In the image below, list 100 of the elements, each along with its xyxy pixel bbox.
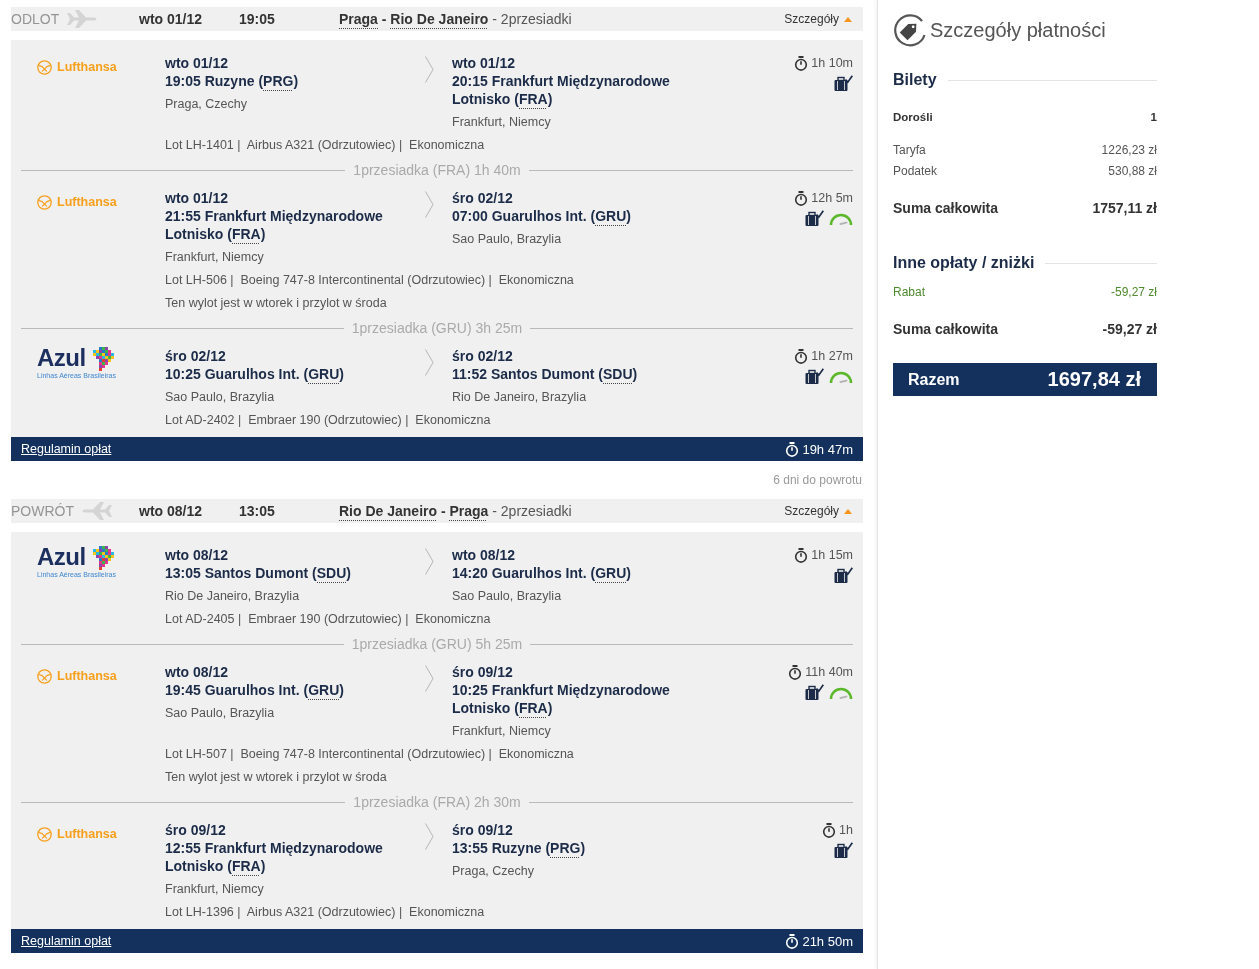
days-to-return: 6 dni do powrotu [772,472,863,489]
stopwatch-icon [794,55,809,71]
mosaic-map-icon [92,347,114,371]
flight-info: Lot LH-1396 | Airbus A321 (Odrzutowiec) | Ekonomiczna [165,904,486,921]
airline-name: Lufthansa [57,195,117,210]
price-value: 1226,23 zł [1101,143,1157,157]
departure-city: Sao Paulo, Brazylia [165,705,276,722]
layover-text: 1przesiadka (FRA) 1h 40m [353,162,521,178]
arrival-airport: 14:20 Guarulhos Int. (GRU) [452,564,632,582]
arrival-airport: 13:55 Ruzyne (PRG) [452,839,587,857]
departure-airport: 13:05 Santos Dumont (SDU) [165,564,352,582]
direction-label: POWRÓT [11,503,74,519]
arrival-airport: 20:15 Frankfurt Międzynarodowe Lotnisko (FRA) [452,72,671,108]
bird-logo-icon [37,195,52,210]
route-text: Praga - Rio De Janeiro - 2przesiadki [339,11,573,27]
fare-rules-link[interactable]: Regulamin opłat [21,442,112,456]
price-label: Dorośli [893,111,933,123]
details-toggle[interactable]: Szczegóły [784,504,852,518]
stopwatch-icon [794,190,809,206]
airline-name: Azul [37,546,86,568]
suitcase-check-icon [805,210,824,226]
departure-date: śro 09/12 [165,821,227,839]
arrival-city: Frankfurt, Niemcy [452,114,552,131]
arrival-airport: 07:00 Guarulhos Int. (GRU) [452,207,632,225]
price-value: -59,27 zł [1110,285,1157,299]
stopwatch-icon [794,348,809,364]
route-text: Rio De Janeiro - Praga - 2przesiadki [339,503,573,519]
bird-logo-icon [37,60,52,75]
stopwatch-icon [794,547,809,563]
stopwatch-icon [785,441,800,457]
suitcase-check-icon [834,75,853,91]
airline-name: Lufthansa [57,669,117,684]
flight-duration: 12h 5m [811,191,853,205]
flight-info: Lot LH-507 | Boeing 747-8 Intercontinental (Odrzutowiec) | Ekonomiczna [165,746,575,763]
chevron-right-icon [425,191,434,218]
price-value: 1 [1150,111,1157,123]
arrival-airport: 11:52 Santos Dumont (SDU) [452,365,639,383]
layover-text: 1przesiadka (GRU) 5h 25m [351,636,523,652]
departure-airport: 10:25 Guarulhos Int. (GRU) [165,365,345,383]
bird-logo-icon [37,827,52,842]
flight-duration: 11h 40m [805,665,853,679]
departure-city: Sao Paulo, Brazylia [165,389,276,406]
flight-duration: 1h 15m [811,548,853,562]
total-duration: 19h 47m [802,441,853,457]
arrival-city: Rio De Janeiro, Brazylia [452,389,588,406]
chevron-right-icon [425,56,434,83]
price-tag-icon [893,13,927,47]
stopwatch-icon [822,822,837,838]
departure-airport: 12:55 Frankfurt Międzynarodowe Lotnisko (FRA) [165,839,384,875]
suitcase-check-icon [834,567,853,583]
total-duration: 21h 50m [802,933,853,949]
departure-city: Frankfurt, Niemcy [165,249,265,266]
chevron-right-icon [425,665,434,692]
section-heading: Bilety [893,71,937,89]
arrival-city: Frankfurt, Niemcy [452,723,552,740]
details-toggle[interactable]: Szczegóły [784,12,852,26]
flight-info: Lot LH-1401 | Airbus A321 (Odrzutowiec) | Ekonomiczna [165,137,486,154]
departure-date: wto 01/12 [165,54,230,72]
direction-label: ODLOT [11,11,60,27]
bird-logo-icon [37,669,52,684]
chevron-right-icon [425,548,434,575]
layover-text: 1przesiadka (GRU) 3h 25m [351,320,523,336]
flight-info: Lot LH-506 | Boeing 747-8 Intercontinental (Odrzutowiec) | Ekonomiczna [165,272,575,289]
suitcase-check-icon [834,842,853,858]
chevron-right-icon [425,349,434,376]
price-value: 530,88 zł [1108,164,1157,178]
summary-date: wto 01/12 [139,11,204,27]
flight-note: Ten wylot jest w wtorek i przylot w środa [165,769,388,786]
section-heading: Inne opłaty / zniżki [893,254,1035,272]
fare-rules-link[interactable]: Regulamin opłat [21,934,112,948]
price-label: Suma całkowita [893,321,999,337]
grand-total-value: 1697,84 zł [1047,368,1141,391]
departure-city: Praga, Czechy [165,96,248,113]
summary-time: 19:05 [239,11,276,27]
flight-duration: 1h 10m [811,56,853,70]
departure-date: śro 02/12 [165,347,227,365]
price-label: Rabat [893,285,926,299]
departure-date: wto 08/12 [165,546,230,564]
flight-info: Lot AD-2405 | Embraer 190 (Odrzutowiec) | Ekonomiczna [165,611,492,628]
price-value: 1757,11 zł [1092,200,1157,216]
summary-time: 13:05 [239,503,276,519]
departure-city: Rio De Janeiro, Brazylia [165,588,301,605]
arrival-city: Sao Paulo, Brazylia [452,231,563,248]
airline-name: Lufthansa [57,60,117,75]
stopwatch-icon [785,933,800,949]
chevron-right-icon [425,823,434,850]
arrival-city: Sao Paulo, Brazylia [452,588,563,605]
arrival-date: śro 09/12 [452,821,514,839]
airline-name: Azul [37,347,86,369]
arrival-airport: 10:25 Frankfurt Międzynarodowe Lotnisko (FRA) [452,681,671,717]
arrival-date: wto 08/12 [452,546,517,564]
stopwatch-icon [788,664,803,680]
grand-total-label: Razem [908,370,960,389]
layover-text: 1przesiadka (FRA) 2h 30m [353,794,521,810]
mosaic-map-icon [92,546,114,570]
departure-airport: 19:05 Ruzyne (PRG) [165,72,300,90]
departure-city: Frankfurt, Niemcy [165,881,265,898]
flight-note: Ten wylot jest w wtorek i przylot w środa [165,295,388,312]
departure-airport: 21:55 Frankfurt Międzynarodowe Lotnisko (FRA) [165,207,384,243]
departure-airport: 19:45 Guarulhos Int. (GRU) [165,681,345,699]
